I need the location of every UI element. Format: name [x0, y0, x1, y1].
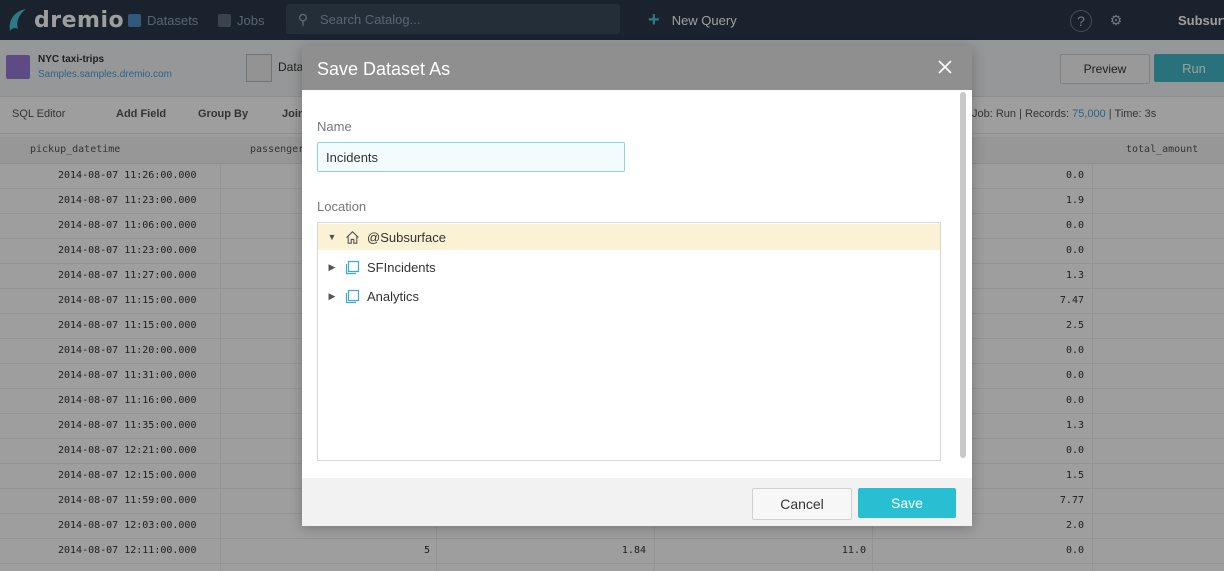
scrollbar-thumb[interactable] — [960, 92, 966, 458]
dialog-scrollbar[interactable] — [958, 92, 968, 478]
location-tree: ▼ @Subsurface ▶ SFIncidents ▶ Analytics — [317, 222, 941, 461]
cancel-button[interactable]: Cancel — [752, 488, 852, 520]
dataset-name-input[interactable] — [317, 142, 625, 172]
caret-right-icon[interactable]: ▶ — [324, 262, 340, 273]
tree-node-label: SFIncidents — [367, 259, 436, 275]
caret-down-icon[interactable]: ▼ — [324, 232, 340, 242]
space-icon — [344, 259, 360, 275]
caret-right-icon[interactable]: ▶ — [324, 291, 340, 302]
name-label: Name — [317, 119, 352, 134]
dialog-header: Save Dataset As — [302, 46, 972, 90]
tree-node-subsurface[interactable]: ▼ @Subsurface — [318, 224, 940, 250]
close-icon[interactable] — [935, 58, 955, 78]
save-button[interactable]: Save — [858, 488, 956, 518]
tree-node-sfincidents[interactable]: ▶ SFIncidents — [318, 254, 940, 280]
save-dataset-dialog: Save Dataset As Name Location ▼ @Subsurf… — [302, 46, 972, 526]
tree-node-analytics[interactable]: ▶ Analytics — [318, 283, 940, 309]
location-label: Location — [317, 199, 367, 214]
home-icon — [344, 229, 360, 245]
tree-node-label: Analytics — [367, 288, 420, 304]
space-icon — [344, 288, 360, 304]
dialog-footer: Cancel Save — [302, 478, 972, 526]
dialog-title: Save Dataset As — [317, 59, 451, 79]
tree-node-label: @Subsurface — [367, 229, 446, 245]
